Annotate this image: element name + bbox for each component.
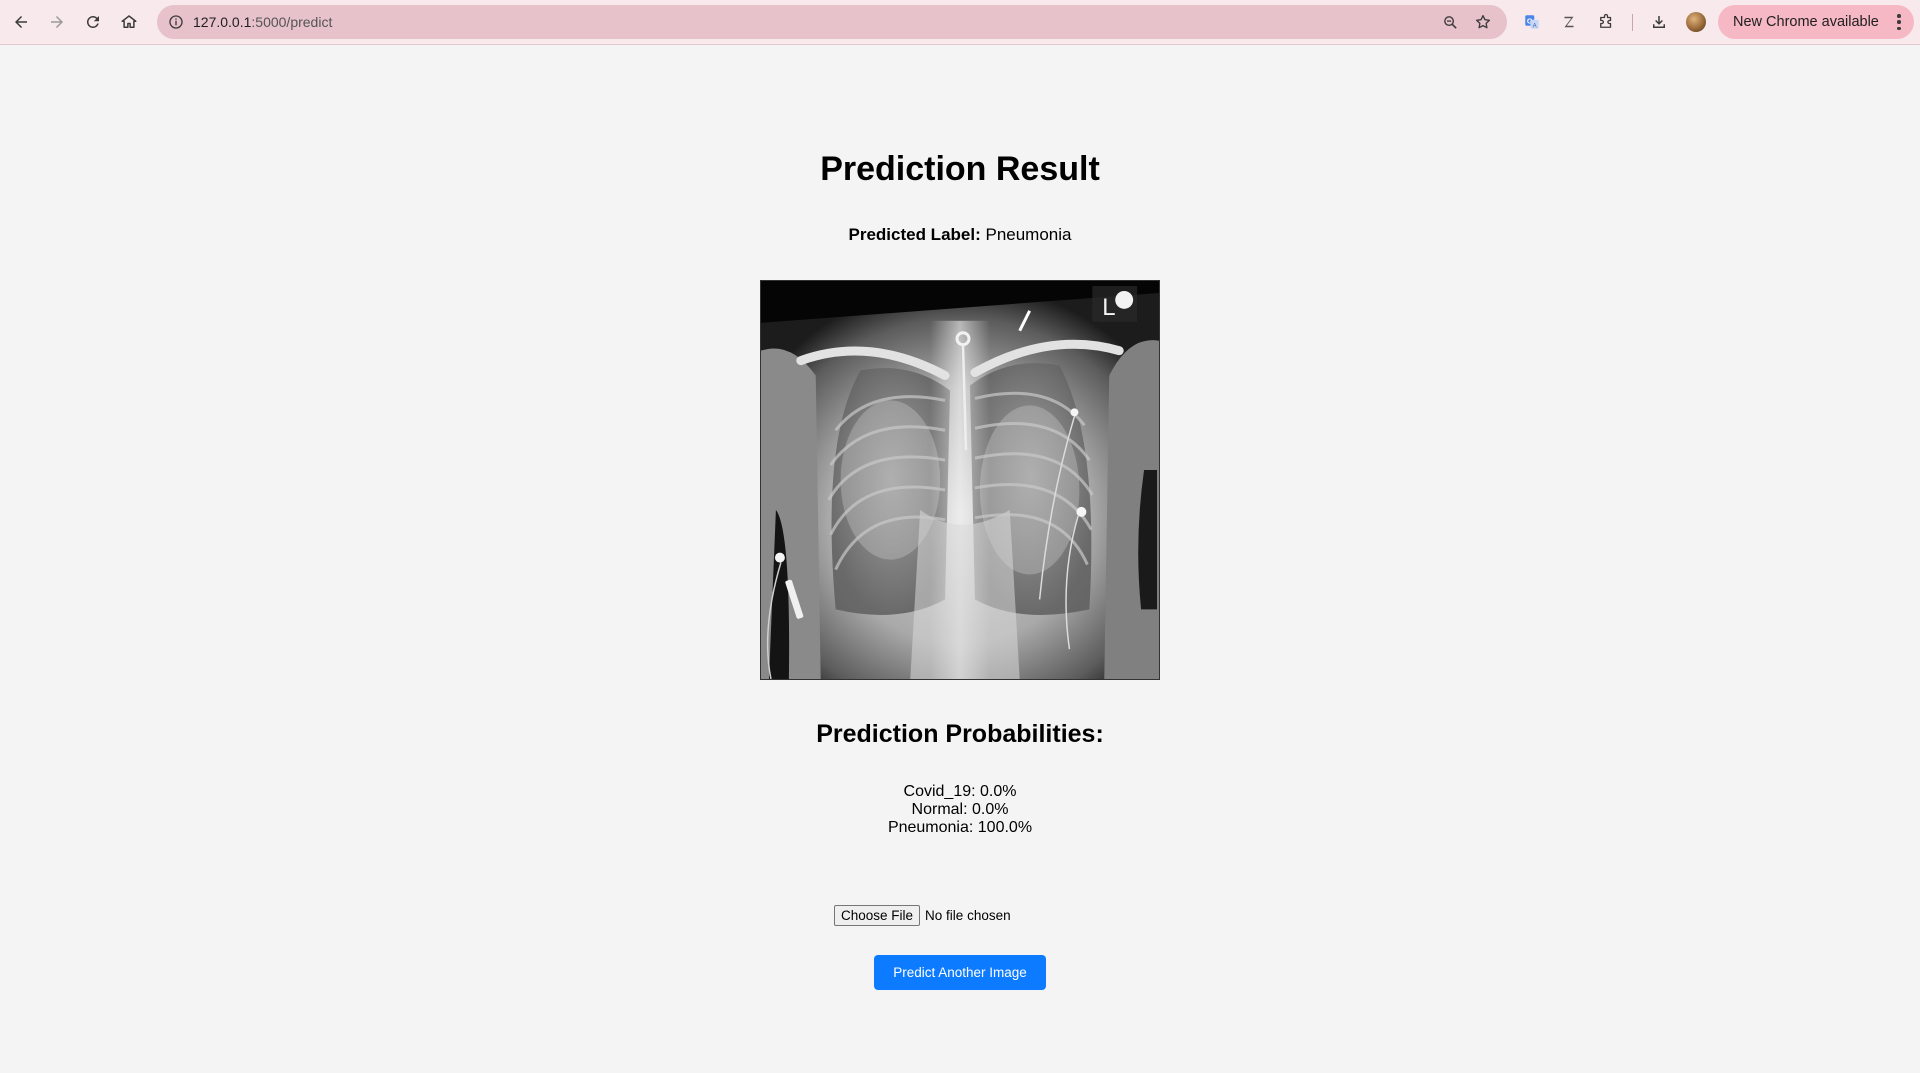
page-title: Prediction Result (820, 150, 1100, 188)
back-arrow-icon[interactable] (8, 9, 34, 35)
xray-illustration: L (761, 281, 1159, 679)
file-input[interactable]: Choose File No file chosen (834, 904, 1011, 926)
predicted-label-value: Pneumonia (985, 225, 1072, 244)
probabilities-list: Covid_19: 0.0% Normal: 0.0% Pneumonia: 1… (0, 783, 1920, 837)
file-status-text: No file chosen (925, 907, 1011, 923)
url-text[interactable]: 127.0.0.1:5000/predict (193, 14, 332, 30)
browser-toolbar: 127.0.0.1:5000/predict GA New Chrome ava… (0, 0, 1920, 45)
svg-text:A: A (1533, 23, 1537, 29)
bookmark-star-icon[interactable] (1474, 13, 1492, 31)
new-chrome-available-button[interactable]: New Chrome available (1718, 5, 1914, 39)
reload-icon[interactable] (80, 9, 106, 35)
uploaded-xray-image: L (760, 280, 1160, 680)
new-chrome-label: New Chrome available (1733, 14, 1879, 30)
probabilities-heading: Prediction Probabilities: (816, 720, 1104, 748)
extensions-puzzle-icon[interactable] (1593, 9, 1619, 35)
z-extension-icon[interactable] (1556, 9, 1582, 35)
zoom-icon[interactable] (1441, 13, 1459, 31)
site-info-icon[interactable] (167, 13, 185, 31)
toolbar-separator (1632, 14, 1633, 31)
probability-covid: Covid_19: 0.0% (903, 783, 1017, 800)
probability-pneumonia: Pneumonia: 100.0% (887, 819, 1033, 836)
more-vert-icon[interactable] (1897, 14, 1901, 30)
choose-file-button[interactable]: Choose File (834, 904, 921, 926)
home-icon[interactable] (116, 9, 142, 35)
download-icon[interactable] (1646, 9, 1672, 35)
predicted-label-caption: Predicted Label: (848, 225, 981, 244)
probability-normal: Normal: 0.0% (911, 801, 1009, 818)
address-bar[interactable]: 127.0.0.1:5000/predict (157, 5, 1507, 39)
profile-avatar[interactable] (1686, 12, 1706, 32)
predict-another-image-button[interactable]: Predict Another Image (874, 955, 1046, 990)
xray-side-marker: L (1102, 294, 1115, 321)
url-host: 127.0.0.1 (193, 14, 252, 30)
predicted-label-line: Predicted Label: Pneumonia (0, 225, 1920, 245)
forward-arrow-icon[interactable] (44, 9, 70, 35)
translate-icon[interactable]: GA (1519, 9, 1545, 35)
url-path: :5000/predict (251, 14, 333, 30)
